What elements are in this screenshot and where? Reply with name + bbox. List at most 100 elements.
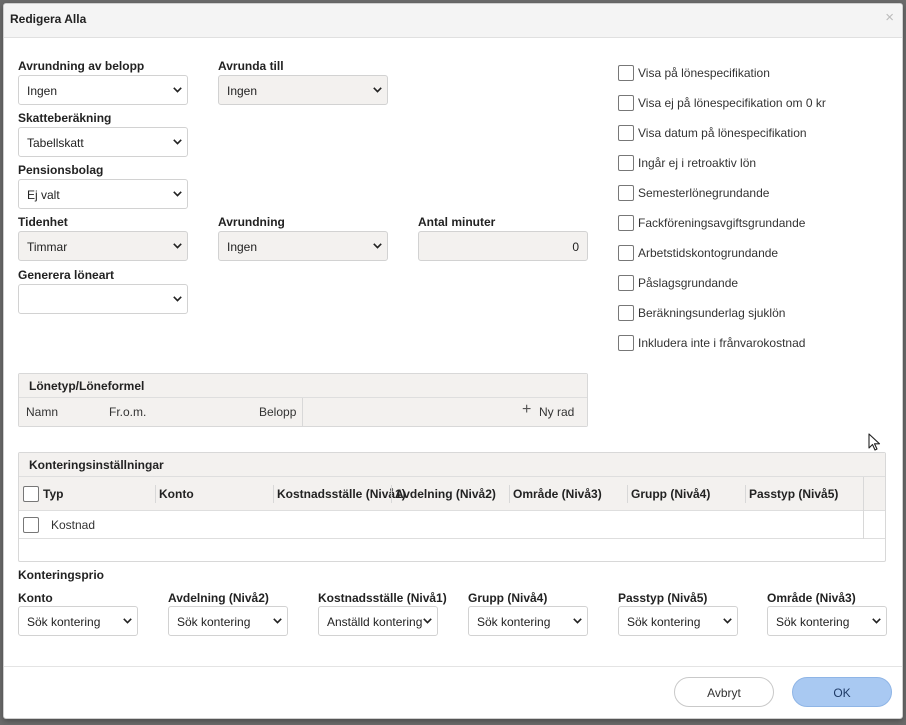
pension-select[interactable]: Ej valt <box>18 179 188 209</box>
prio-value: Sök kontering <box>627 615 701 629</box>
minutes-input[interactable]: 0 <box>418 231 588 261</box>
time-unit-value: Timmar <box>27 240 68 254</box>
formula-panel-header: Lönetyp/Löneformel <box>19 374 587 398</box>
prio-select-shift-type[interactable]: Sök kontering <box>618 606 738 636</box>
ok-button[interactable]: OK <box>792 677 892 707</box>
column-header-cost-center: Kostnadsställe (Nivå1) <box>277 487 406 501</box>
formula-panel-title: Lönetyp/Löneformel <box>29 379 145 393</box>
chevron-down-icon <box>573 618 582 626</box>
rounding-amount-value: Ingen <box>27 84 58 98</box>
column-header-group: Grupp (Nivå4) <box>631 487 711 501</box>
column-header-amount: Belopp <box>259 405 297 419</box>
tax-calc-select[interactable]: Tabellskatt <box>18 127 188 157</box>
rounding-value: Ingen <box>227 240 258 254</box>
rounding-amount-select[interactable]: Ingen <box>18 75 188 105</box>
table-row[interactable]: Kostnad <box>19 511 885 539</box>
column-divider <box>745 485 746 503</box>
checkbox[interactable] <box>618 185 634 201</box>
column-header-type: Typ <box>43 487 64 501</box>
checkbox-label: Beräkningsunderlag sjuklön <box>638 306 786 320</box>
checkbox-label: Visa datum på lönespecifikation <box>638 126 807 140</box>
checkbox-label: Visa ej på lönespecifikation om 0 kr <box>638 96 826 110</box>
column-header-department: Avdelning (Nivå2) <box>395 487 496 501</box>
checkbox[interactable] <box>618 95 634 111</box>
prio-value: Sök kontering <box>776 615 850 629</box>
tax-calc-value: Tabellskatt <box>27 136 84 150</box>
pension-value: Ej valt <box>27 188 60 202</box>
checkbox[interactable] <box>618 155 634 171</box>
prio-label-shift-type: Passtyp (Nivå5) <box>618 591 708 605</box>
chevron-down-icon <box>173 296 182 304</box>
prio-value: Sök kontering <box>27 615 101 629</box>
prio-label-department: Avdelning (Nivå2) <box>168 591 269 605</box>
chevron-down-icon <box>723 618 732 626</box>
checkbox-label: Inkludera inte i frånvarokostnad <box>638 336 806 350</box>
add-row-button[interactable]: + Ny rad <box>519 401 579 422</box>
cancel-button[interactable]: Avbryt <box>674 677 774 707</box>
footer-divider <box>4 666 902 667</box>
chevron-down-icon <box>173 243 182 251</box>
prio-select-group[interactable]: Sök kontering <box>468 606 588 636</box>
column-header-name: Namn <box>26 405 59 419</box>
column-divider <box>302 398 303 426</box>
column-divider <box>863 477 864 511</box>
checkbox[interactable] <box>618 245 634 261</box>
checkbox-label: Semesterlönegrundande <box>638 186 770 200</box>
generate-label: Generera löneart <box>18 268 115 282</box>
formula-panel: Lönetyp/Löneformel Namn Fr.o.m. Belopp +… <box>18 373 588 427</box>
chevron-down-icon <box>273 618 282 626</box>
chevron-down-icon <box>123 618 132 626</box>
plus-icon: + <box>522 401 532 418</box>
checkbox[interactable] <box>618 275 634 291</box>
accounting-panel: Konteringsinställningar Typ Konto Kostna… <box>18 452 886 562</box>
column-divider <box>273 485 274 503</box>
minutes-label: Antal minuter <box>418 215 496 229</box>
checkbox-list: Visa på lönespecifikation Visa ej på lön… <box>618 65 888 365</box>
prio-value: Sök kontering <box>177 615 251 629</box>
checkbox[interactable] <box>618 335 634 351</box>
round-to-label: Avrunda till <box>218 59 284 73</box>
checkbox[interactable] <box>618 125 634 141</box>
select-all-checkbox[interactable] <box>23 486 39 502</box>
prio-select-cost-center[interactable]: Anställd kontering <box>318 606 438 636</box>
time-unit-select[interactable]: Timmar <box>18 231 188 261</box>
prio-value: Anställd kontering <box>327 615 423 629</box>
generate-select[interactable] <box>18 284 188 314</box>
prio-label-cost-center: Kostnadsställe (Nivå1) <box>318 591 447 605</box>
round-to-value: Ingen <box>227 84 258 98</box>
column-header-shift-type: Passtyp (Nivå5) <box>749 487 839 501</box>
accounting-columns: Typ Konto Kostnadsställe (Nivå1) Avdelni… <box>19 477 885 511</box>
prio-label-area: Område (Nivå3) <box>767 591 856 605</box>
minutes-value: 0 <box>572 240 579 254</box>
chevron-down-icon <box>373 243 382 251</box>
rounding-select[interactable]: Ingen <box>218 231 388 261</box>
prio-select-department[interactable]: Sök kontering <box>168 606 288 636</box>
column-divider <box>863 511 864 539</box>
chevron-down-icon <box>872 618 881 626</box>
prio-select-area[interactable]: Sök kontering <box>767 606 887 636</box>
time-unit-label: Tidenhet <box>18 215 68 229</box>
chevron-down-icon <box>173 139 182 147</box>
round-to-select[interactable]: Ingen <box>218 75 388 105</box>
row-checkbox[interactable] <box>23 517 39 533</box>
checkbox-label: Ingår ej i retroaktiv lön <box>638 156 757 170</box>
prio-label-account: Konto <box>18 591 53 605</box>
formula-columns: Namn Fr.o.m. Belopp + Ny rad <box>19 398 587 426</box>
prio-label-group: Grupp (Nivå4) <box>468 591 548 605</box>
column-divider <box>155 485 156 503</box>
prio-select-account[interactable]: Sök kontering <box>18 606 138 636</box>
checkbox[interactable] <box>618 215 634 231</box>
rounding-label: Avrundning <box>218 215 285 229</box>
column-divider <box>391 485 392 503</box>
column-header-from: Fr.o.m. <box>109 405 147 419</box>
column-header-area: Område (Nivå3) <box>513 487 602 501</box>
add-row-label: Ny rad <box>539 405 575 419</box>
accounting-panel-header: Konteringsinställningar <box>19 453 885 477</box>
row-type-label: Kostnad <box>51 518 96 532</box>
chevron-down-icon <box>173 191 182 199</box>
checkbox-label: Fackföreningsavgiftsgrundande <box>638 216 806 230</box>
chevron-down-icon <box>173 87 182 95</box>
close-icon[interactable]: × <box>885 9 894 26</box>
checkbox[interactable] <box>618 65 634 81</box>
checkbox[interactable] <box>618 305 634 321</box>
